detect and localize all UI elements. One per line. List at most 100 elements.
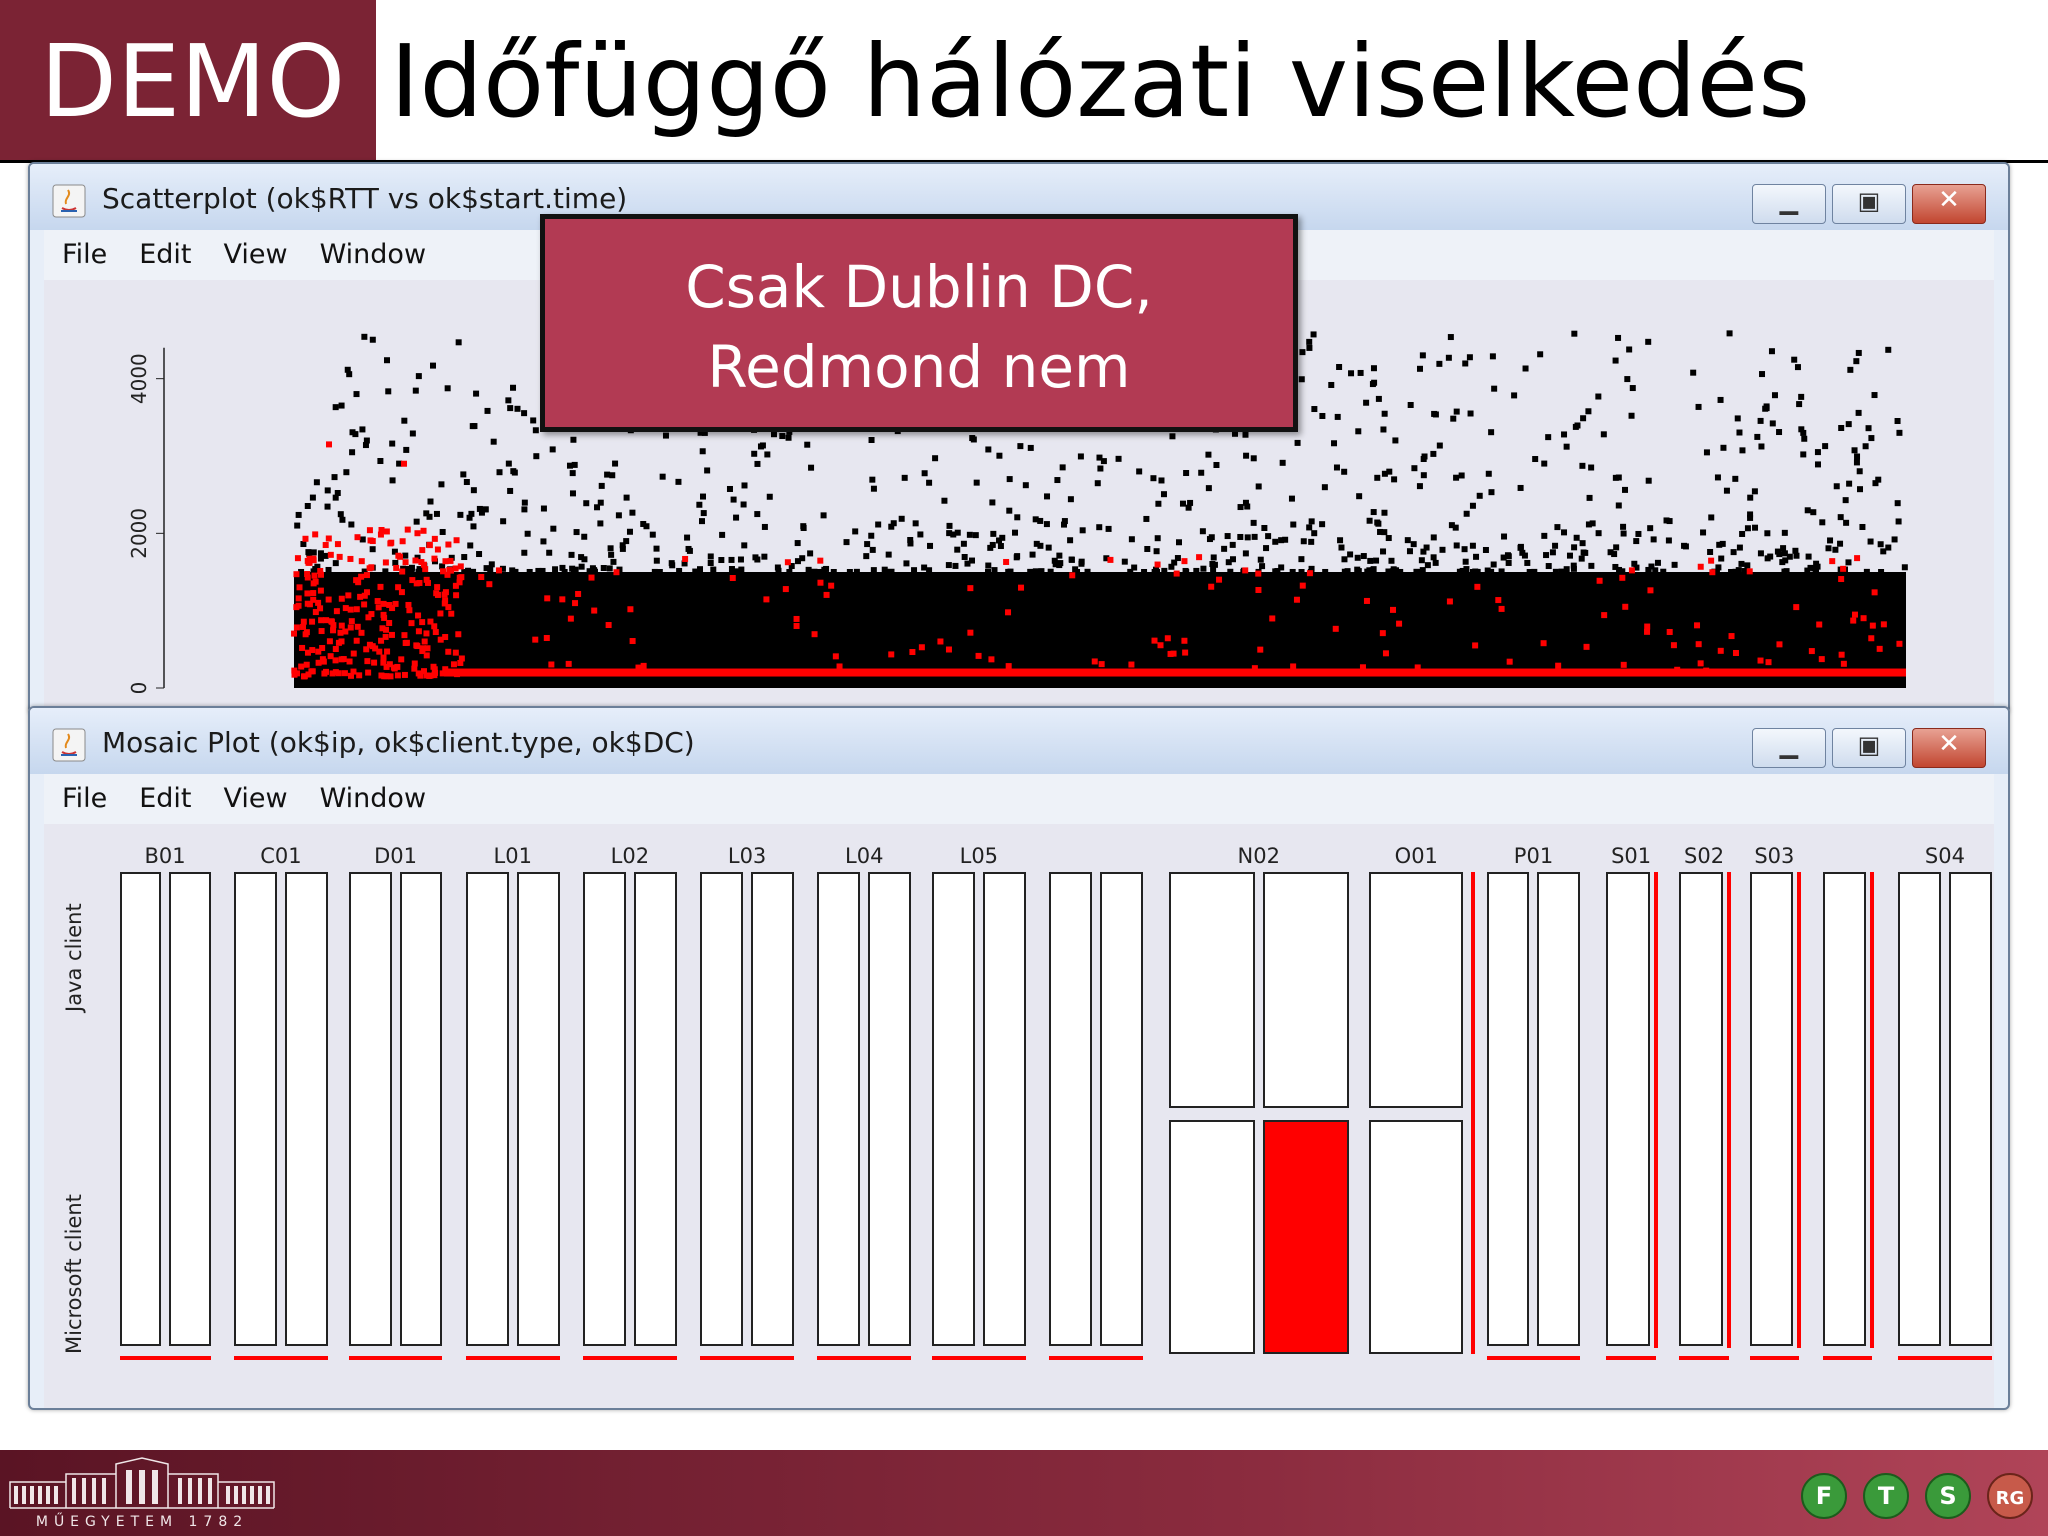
scatter-point — [1229, 541, 1236, 548]
mosaic-red-marker — [1726, 872, 1731, 1348]
mosaic-red-underline — [234, 1356, 328, 1360]
mosaic-red-underline — [583, 1356, 677, 1360]
scatter-point-highlighted — [1850, 617, 1857, 624]
scatter-point-highlighted — [342, 628, 349, 635]
scatter-point — [1800, 429, 1807, 436]
scatter-point-highlighted — [419, 619, 426, 626]
menu-file[interactable]: File — [62, 230, 107, 280]
scatter-point — [496, 469, 503, 476]
mosaic-tile — [399, 872, 443, 1346]
scatter-point-highlighted — [1620, 661, 1627, 668]
menu-window[interactable]: Window — [320, 774, 426, 824]
scatter-point — [987, 544, 994, 551]
scatter-point — [578, 554, 585, 561]
scatter-point — [1200, 565, 1207, 572]
scatter-point-highlighted — [565, 660, 572, 667]
menu-view[interactable]: View — [223, 230, 287, 280]
menu-file[interactable]: File — [62, 774, 107, 824]
scatter-point — [1739, 530, 1746, 537]
mosaic-tile — [1168, 872, 1255, 1108]
scatter-point — [1097, 465, 1104, 472]
scatter-point — [1453, 474, 1460, 481]
mosaic-tile — [348, 872, 392, 1346]
close-button[interactable]: ✕ — [1912, 728, 1986, 768]
maximize-icon: ▣ — [1857, 731, 1881, 759]
scatter-point-highlighted — [356, 672, 363, 679]
scatter-point-highlighted — [347, 672, 354, 679]
scatter-point — [1570, 565, 1577, 572]
scatter-point — [1466, 354, 1473, 361]
scatter-point — [794, 540, 801, 547]
scatter-point — [521, 506, 528, 513]
scatter-point — [1430, 554, 1437, 561]
scatter-point-highlighted — [453, 592, 460, 599]
scatter-point — [1367, 557, 1374, 564]
scatter-point — [457, 511, 464, 518]
scatter-point — [385, 388, 392, 395]
scatter-point — [1628, 412, 1635, 419]
scatter-point — [1406, 548, 1413, 555]
scatter-point — [1022, 482, 1029, 489]
scatter-point — [996, 452, 1003, 459]
mosaic-column-label: B01 — [144, 844, 186, 868]
scatter-point — [1306, 338, 1313, 345]
scatter-point-highlighted — [458, 574, 465, 581]
scatter-point — [1453, 542, 1460, 549]
scatter-point-highlighted — [1181, 637, 1188, 644]
scatter-point — [310, 549, 317, 556]
y-tick-label: 2000 — [127, 508, 151, 559]
mosaic-tile — [1898, 872, 1941, 1346]
scatter-point — [1663, 517, 1670, 524]
scatter-point-highlighted — [1269, 615, 1276, 622]
scatter-point — [1855, 409, 1862, 416]
mosaic-canvas-area[interactable]: B01 C01 D01 L01 L02 L03 L04 L05 N02 O01 P01 S01 S02 S… — [44, 824, 1994, 1408]
mosaic-titlebar[interactable]: Mosaic Plot (ok$ip, ok$client.type, ok$D… — [30, 708, 2008, 774]
scatter-point — [1331, 440, 1338, 447]
maximize-button[interactable]: ▣ — [1832, 184, 1906, 224]
scatter-point — [1891, 536, 1898, 543]
minimize-button[interactable]: ▁ — [1752, 728, 1826, 768]
scatter-point-highlighted — [455, 631, 462, 638]
scatter-point — [1473, 553, 1480, 560]
close-button[interactable]: ✕ — [1912, 184, 1986, 224]
scatter-point-highlighted — [1128, 661, 1135, 668]
minimize-button[interactable]: ▁ — [1752, 184, 1826, 224]
menu-window[interactable]: Window — [320, 230, 426, 280]
maximize-button[interactable]: ▣ — [1832, 728, 1906, 768]
scatter-point-highlighted — [440, 568, 447, 575]
scatter-point — [1521, 552, 1528, 559]
scatter-point — [1418, 557, 1425, 564]
scatter-point — [1488, 568, 1495, 575]
menu-edit[interactable]: Edit — [139, 230, 191, 280]
scatter-point — [1776, 551, 1783, 558]
scatter-point — [808, 464, 815, 471]
scatter-point — [1571, 330, 1578, 337]
scatter-point — [1759, 371, 1766, 378]
scatter-point — [1588, 562, 1595, 569]
mosaic-tile — [868, 872, 912, 1346]
scatter-point — [1819, 519, 1826, 526]
scatter-point — [612, 460, 619, 467]
scatter-point — [1298, 556, 1305, 563]
scatter-point — [807, 550, 814, 557]
scatter-point-highlighted — [414, 530, 421, 537]
scatter-point — [1306, 524, 1313, 531]
scatter-point — [961, 553, 968, 560]
menu-view[interactable]: View — [223, 774, 287, 824]
scatter-point — [1013, 554, 1020, 561]
menu-edit[interactable]: Edit — [139, 774, 191, 824]
scatter-point — [1257, 556, 1264, 563]
scatter-point-highlighted — [310, 590, 317, 597]
scatter-point — [1432, 559, 1439, 566]
scatter-point-highlighted — [423, 630, 430, 637]
scatter-point — [1381, 509, 1388, 516]
scatter-point — [1469, 542, 1476, 549]
mosaic-red-underline — [931, 1356, 1026, 1360]
scatter-point — [384, 357, 391, 364]
scatter-point-highlighted — [291, 630, 298, 637]
scatter-point — [1665, 537, 1672, 544]
scatter-point — [1476, 492, 1483, 499]
mosaic-tile — [119, 872, 162, 1346]
mosaic-row-label: Microsoft client — [62, 1194, 86, 1354]
scatter-point — [1380, 548, 1387, 555]
